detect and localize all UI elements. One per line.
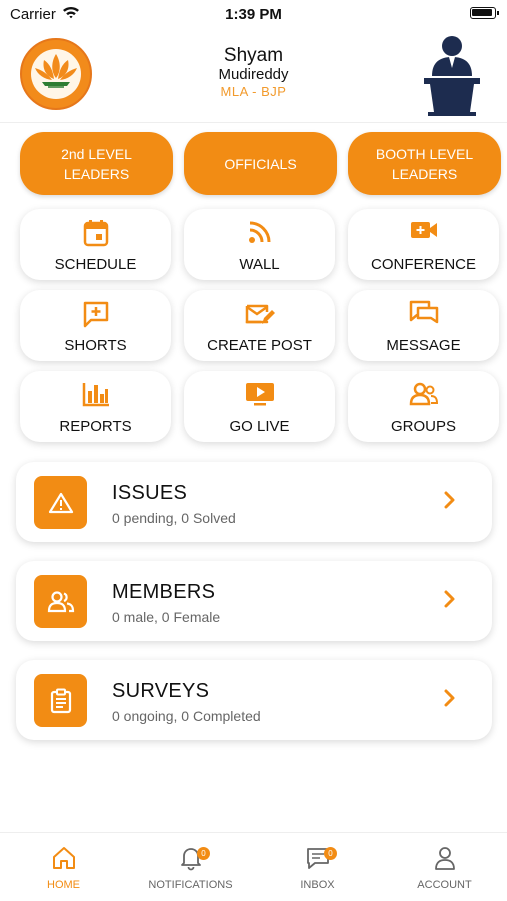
- bottom-nav: HOME 0 NOTIFICATIONS 0 INBOX ACCOUNT: [0, 832, 507, 901]
- conference-tile[interactable]: CONFERENCE: [348, 209, 499, 280]
- chat-icon: [348, 300, 499, 328]
- leader-name-block: Shyam Mudireddy MLA - BJP: [150, 45, 357, 100]
- reports-tile[interactable]: REPORTS: [20, 371, 171, 442]
- shorts-label: SHORTS: [64, 337, 127, 354]
- members-subtitle: 0 male, 0 Female: [112, 609, 221, 625]
- person-icon: [381, 845, 507, 871]
- clipboard-icon: [34, 674, 87, 727]
- lotus-icon: [35, 54, 77, 88]
- chevron-right-icon: [443, 589, 457, 614]
- schedule-label: SCHEDULE: [54, 256, 137, 273]
- nav-notifications-label: NOTIFICATIONS: [148, 879, 233, 891]
- groups-icon: [348, 381, 499, 409]
- booth-level-leaders-label: BOOTH LEVEL LEADERS: [375, 145, 474, 182]
- conference-label: CONFERENCE: [370, 256, 476, 273]
- nav-notifications[interactable]: 0 NOTIFICATIONS: [127, 833, 254, 901]
- groups-label: GROUPS: [390, 418, 456, 435]
- wall-label: WALL: [239, 256, 280, 273]
- go-live-tile[interactable]: GO LIVE: [184, 371, 335, 442]
- home-icon: [0, 845, 127, 871]
- inbox-badge: 0: [324, 847, 337, 860]
- warning-icon: [34, 476, 87, 529]
- issues-card[interactable]: ISSUES 0 pending, 0 Solved: [16, 462, 492, 542]
- clock: 1:39 PM: [225, 6, 282, 23]
- inbox-chat-icon: [254, 845, 381, 871]
- leader-role: MLA - BJP: [220, 84, 287, 99]
- second-level-leaders-button[interactable]: 2nd LEVEL LEADERS: [20, 132, 173, 195]
- bell-icon: [127, 845, 254, 871]
- schedule-tile[interactable]: SCHEDULE: [20, 209, 171, 280]
- shorts-tile[interactable]: SHORTS: [20, 290, 171, 361]
- rss-icon: [184, 219, 335, 247]
- officials-button[interactable]: OFFICIALS: [184, 132, 337, 195]
- go-live-label: GO LIVE: [229, 418, 290, 435]
- officials-label: OFFICIALS: [224, 155, 297, 172]
- battery-icon: [470, 7, 499, 19]
- issues-title: ISSUES: [112, 482, 188, 504]
- groups-tile[interactable]: GROUPS: [348, 371, 499, 442]
- nav-account[interactable]: ACCOUNT: [381, 833, 507, 901]
- members-title: MEMBERS: [112, 581, 216, 603]
- members-card[interactable]: MEMBERS 0 male, 0 Female: [16, 561, 492, 641]
- create-post-label: CREATE POST: [207, 337, 312, 354]
- status-bar: Carrier 1:39 PM: [0, 0, 507, 28]
- surveys-subtitle: 0 ongoing, 0 Completed: [112, 708, 261, 724]
- message-tile[interactable]: MESSAGE: [348, 290, 499, 361]
- create-post-tile[interactable]: CREATE POST: [184, 290, 335, 361]
- add-comment-icon: [20, 300, 171, 328]
- nav-inbox-label: INBOX: [300, 879, 335, 891]
- nav-inbox[interactable]: 0 INBOX: [254, 833, 381, 901]
- live-tv-icon: [184, 381, 335, 409]
- booth-level-leaders-button[interactable]: BOOTH LEVEL LEADERS: [348, 132, 501, 195]
- nav-account-label: ACCOUNT: [417, 879, 472, 891]
- leader-first-name: Shyam: [223, 45, 284, 66]
- profile-header: Shyam Mudireddy MLA - BJP: [0, 30, 507, 123]
- nav-home[interactable]: HOME: [0, 833, 127, 901]
- wall-tile[interactable]: WALL: [184, 209, 335, 280]
- chevron-right-icon: [443, 688, 457, 713]
- surveys-title: SURVEYS: [112, 680, 210, 702]
- leader-last-name: Mudireddy: [218, 66, 289, 83]
- speaker-podium-icon: [424, 36, 480, 116]
- surveys-card[interactable]: SURVEYS 0 ongoing, 0 Completed: [16, 660, 492, 740]
- bar-chart-icon: [20, 381, 171, 409]
- compose-mail-icon: [184, 300, 335, 328]
- calendar-icon: [20, 219, 171, 247]
- people-icon: [34, 575, 87, 628]
- party-logo: [20, 38, 92, 110]
- nav-home-label: HOME: [47, 879, 80, 891]
- issues-subtitle: 0 pending, 0 Solved: [112, 510, 236, 526]
- message-label: MESSAGE: [386, 337, 461, 354]
- chevron-right-icon: [443, 490, 457, 515]
- video-icon: [348, 219, 499, 247]
- second-level-leaders-label: 2nd LEVEL LEADERS: [61, 145, 132, 182]
- notifications-badge: 0: [197, 847, 210, 860]
- reports-label: REPORTS: [59, 418, 132, 435]
